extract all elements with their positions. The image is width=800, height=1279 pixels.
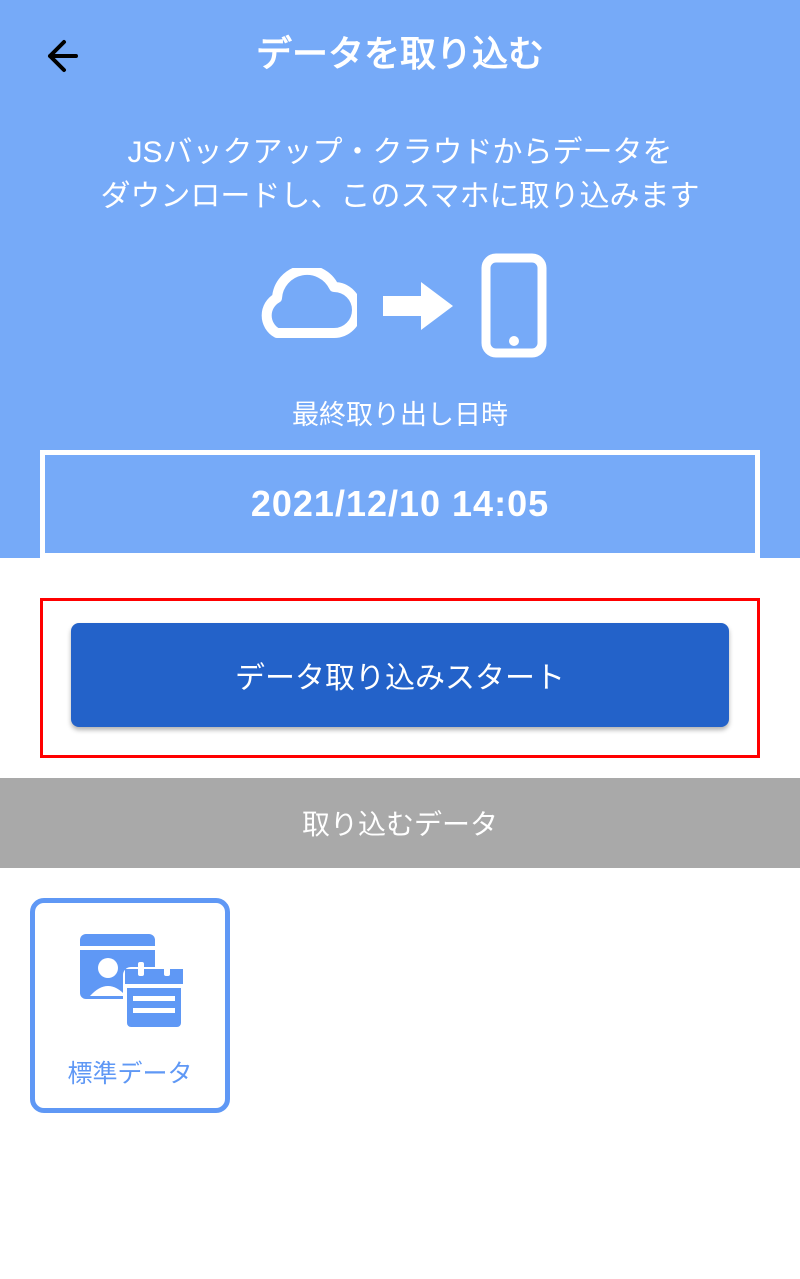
header: データを取り込む [0, 16, 800, 86]
last-export-label: 最終取り出し日時 [0, 393, 800, 432]
page-title: データを取り込む [256, 25, 544, 77]
section-header: 取り込むデータ [0, 778, 800, 868]
subtitle-line2: ダウンロードし、このスマホに取り込みます [100, 180, 699, 213]
options-row: 標準データ [0, 868, 800, 1143]
back-button[interactable] [40, 36, 80, 81]
last-export-datetime: 2021/12/10 14:05 [45, 483, 755, 525]
header-panel: データを取り込む JSバックアップ・クラウドからデータを ダウンロードし、このス… [0, 0, 800, 558]
smartphone-icon [479, 253, 549, 358]
option-standard-data[interactable]: 標準データ [30, 898, 230, 1113]
arrow-left-icon [40, 36, 80, 76]
subtitle-line1: JSバックアップ・クラウドからデータを [127, 136, 672, 169]
cloud-icon [252, 268, 357, 343]
last-export-datetime-box: 2021/12/10 14:05 [40, 450, 760, 558]
contacts-calendar-icon [70, 903, 190, 1054]
option-label: 標準データ [67, 1054, 192, 1090]
start-button-highlight: データ取り込みスタート [40, 598, 760, 758]
arrow-right-icon [379, 278, 457, 334]
import-start-button[interactable]: データ取り込みスタート [71, 623, 729, 727]
subtitle: JSバックアップ・クラウドからデータを ダウンロードし、このスマホに取り込みます [0, 131, 800, 218]
transfer-graphic [0, 253, 800, 358]
